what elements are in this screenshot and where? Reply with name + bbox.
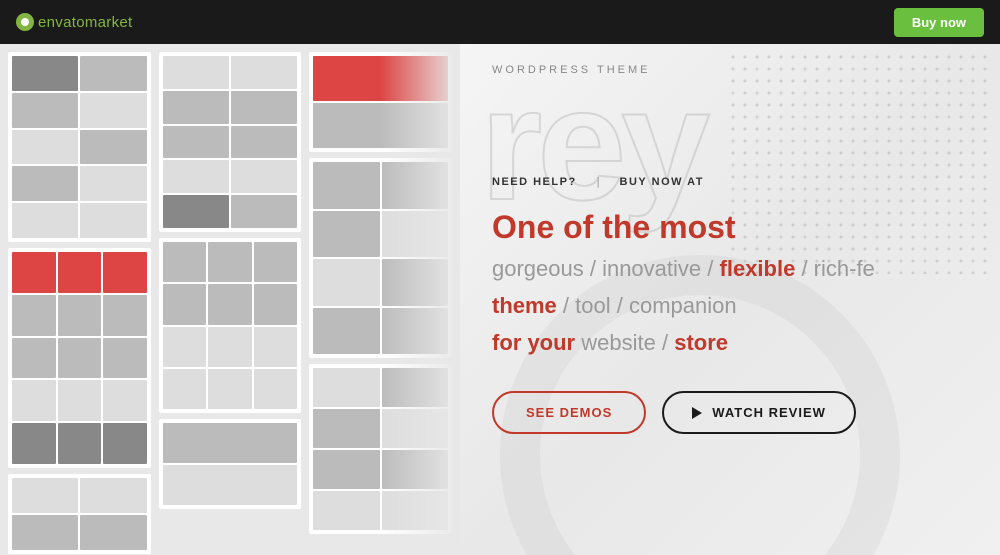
preview-card (309, 158, 452, 358)
headline-sub-1: gorgeous / innovative / flexible / rich-… (492, 252, 976, 285)
cta-buttons: SEE DEMOS WATCH REVIEW (492, 391, 976, 434)
preview-card (309, 52, 452, 152)
navbar: envatomarket Buy now (0, 0, 1000, 44)
wp-theme-label: WORDPRESS THEME (492, 64, 976, 76)
headline-sub-2: theme / tool / companion (492, 289, 976, 322)
nav-divider: | (597, 176, 600, 188)
preview-card (159, 419, 302, 509)
preview-col-2 (159, 52, 302, 547)
preview-col-1 (8, 52, 151, 547)
watch-review-label: WATCH REVIEW (712, 405, 826, 420)
preview-area (0, 44, 460, 555)
see-demos-button[interactable]: SEE DEMOS (492, 391, 646, 434)
subline1-text: gorgeous / innovative / (492, 256, 713, 281)
need-help-link[interactable]: NEED HELP? (492, 176, 577, 188)
logo-text: envatomarket (38, 14, 133, 31)
subline2-red: theme (492, 293, 557, 318)
envato-icon (16, 13, 34, 31)
preview-card (8, 248, 151, 468)
watch-review-button[interactable]: WATCH REVIEW (662, 391, 856, 434)
preview-card (8, 52, 151, 242)
logo[interactable]: envatomarket (16, 13, 133, 31)
subline1-highlight: flexible (720, 256, 796, 281)
headline: One of the most gorgeous / innovative / … (492, 208, 976, 359)
subline1-rest: / rich-fe (801, 256, 874, 281)
preview-card (309, 364, 452, 534)
content-area: WORDPRESS THEME NEED HELP? | BUY NOW AT … (492, 64, 976, 434)
buy-now-button[interactable]: Buy now (894, 8, 984, 37)
preview-col-3 (309, 52, 452, 547)
preview-card (159, 238, 302, 413)
logo-envato: envato (38, 14, 85, 31)
preview-card (8, 474, 151, 554)
subline3-rest: website / (581, 330, 668, 355)
right-panel: rey WORDPRESS THEME NEED HELP? | BUY NOW… (460, 44, 1000, 555)
headline-main: One of the most (492, 208, 976, 246)
top-nav-links: NEED HELP? | BUY NOW AT (492, 176, 976, 188)
headline-sub-3: for your website / store (492, 326, 976, 359)
subline3-red: for your (492, 330, 575, 355)
play-icon (692, 407, 702, 419)
preview-card (159, 52, 302, 232)
main-content: rey WORDPRESS THEME NEED HELP? | BUY NOW… (0, 44, 1000, 555)
subline3-highlight: store (674, 330, 728, 355)
buy-now-at-link[interactable]: BUY NOW AT (620, 176, 704, 188)
subline2-rest: / tool / companion (563, 293, 737, 318)
